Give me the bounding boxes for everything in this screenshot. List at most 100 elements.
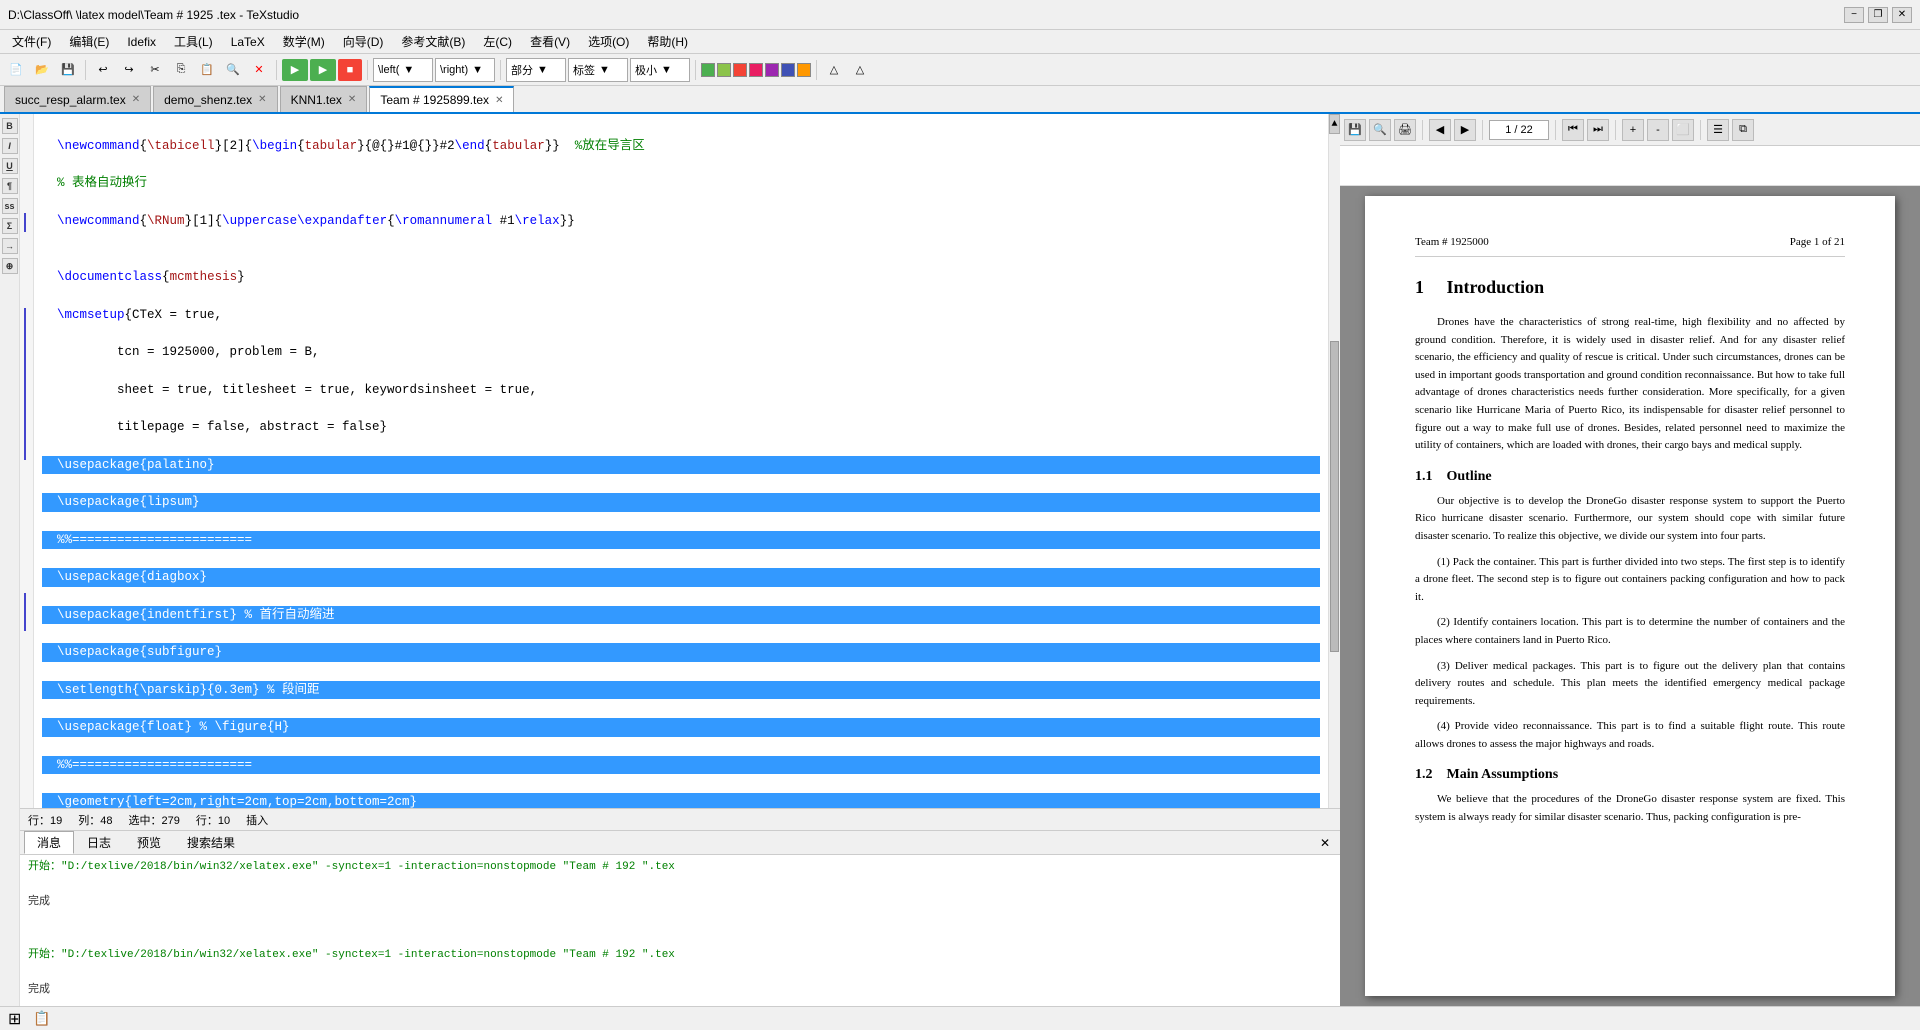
new-button[interactable]: 📄 (4, 58, 28, 82)
pdf-zoom-in[interactable]: + (1622, 119, 1644, 141)
menu-view[interactable]: 查看(V) (522, 31, 578, 52)
pdf-zoom-out[interactable]: - (1647, 119, 1669, 141)
menu-latex[interactable]: LaTeX (223, 33, 273, 51)
pdf-double[interactable]: ⧉ (1732, 119, 1754, 141)
taskbar-app[interactable]: 📋 (33, 1010, 50, 1027)
find-button[interactable]: 🔍 (221, 58, 245, 82)
stop-button[interactable]: ✕ (247, 58, 271, 82)
fold-1[interactable] (20, 118, 33, 137)
compile2-button[interactable]: ▶ (310, 59, 336, 81)
fold-13[interactable] (20, 517, 33, 536)
color-green2[interactable] (717, 63, 731, 77)
tab-demo[interactable]: demo_shenz.tex ✕ (153, 86, 277, 112)
fold-11[interactable] (20, 479, 33, 498)
msg-tab-search[interactable]: 搜索结果 (174, 831, 248, 854)
pdf-prev-page[interactable]: ◀ (1429, 119, 1451, 141)
fold-16[interactable] (20, 574, 33, 593)
color-blue[interactable] (781, 63, 795, 77)
pdf-search[interactable]: 🔍 (1369, 119, 1391, 141)
menu-left[interactable]: 左(C) (475, 31, 520, 52)
color-purple[interactable] (765, 63, 779, 77)
tab-team[interactable]: Team # 1925899.tex ✕ (369, 86, 514, 112)
sidebar-italic[interactable]: I (2, 138, 18, 154)
fold-5[interactable] (20, 194, 33, 213)
tri-down[interactable]: △ (848, 58, 872, 82)
fold-12[interactable] (20, 498, 33, 517)
tab-demo-close[interactable]: ✕ (258, 94, 266, 105)
menu-options[interactable]: 选项(O) (580, 31, 637, 52)
paste-button[interactable]: 📋 (195, 58, 219, 82)
color-red2[interactable] (749, 63, 763, 77)
fold-14[interactable] (20, 536, 33, 555)
restore-button[interactable]: ❐ (1868, 7, 1888, 23)
cut-button[interactable]: ✂ (143, 58, 167, 82)
fold-3[interactable] (20, 156, 33, 175)
pdf-next-page[interactable]: ▶ (1454, 119, 1476, 141)
sidebar-underline[interactable]: U (2, 158, 18, 174)
menu-help[interactable]: 帮助(H) (639, 31, 696, 52)
redo-button[interactable]: ↪ (117, 58, 141, 82)
menu-tools[interactable]: 工具(L) (166, 31, 221, 52)
fold-2[interactable] (20, 137, 33, 156)
minimize-button[interactable]: − (1844, 7, 1864, 23)
open-button[interactable]: 📂 (30, 58, 54, 82)
tab-succ[interactable]: succ_resp_alarm.tex ✕ (4, 86, 151, 112)
sidebar-ss[interactable]: ss (2, 198, 18, 214)
sidebar-para[interactable]: ¶ (2, 178, 18, 194)
menu-edit[interactable]: 编辑(E) (61, 31, 117, 52)
sidebar-plus[interactable]: ⊕ (2, 258, 18, 274)
color-orange[interactable] (797, 63, 811, 77)
menu-file[interactable]: 文件(F) (4, 31, 59, 52)
copy-button[interactable]: ⎘ (169, 58, 193, 82)
fold-15[interactable] (20, 555, 33, 574)
fold-4[interactable] (20, 175, 33, 194)
pdf-first-page[interactable]: ⏮ (1562, 119, 1584, 141)
message-close-button[interactable]: ✕ (1314, 836, 1336, 850)
fold-6[interactable] (20, 232, 33, 251)
left-dropdown[interactable]: \left( ▼ (373, 58, 433, 82)
fold-7[interactable] (20, 251, 33, 270)
tag-dropdown[interactable]: 标签 ▼ (568, 58, 628, 82)
tab-knn[interactable]: KNN1.tex ✕ (280, 86, 368, 112)
scroll-up[interactable]: ▲ (1329, 114, 1340, 134)
min-dropdown[interactable]: 极小 ▼ (630, 58, 690, 82)
code-lines[interactable]: \newcommand{\tabicell}[2]{\begin{tabular… (34, 114, 1328, 808)
color-green1[interactable] (701, 63, 715, 77)
pdf-single[interactable]: ☰ (1707, 119, 1729, 141)
save-button[interactable]: 💾 (56, 58, 80, 82)
undo-button[interactable]: ↩ (91, 58, 115, 82)
fold-10[interactable] (20, 460, 33, 479)
menu-refs[interactable]: 参考文献(B) (393, 31, 473, 52)
part-dropdown[interactable]: 部分 ▼ (506, 58, 566, 82)
fold-9[interactable] (20, 289, 33, 308)
color-red1[interactable] (733, 63, 747, 77)
pdf-page-input[interactable] (1489, 120, 1549, 140)
editor-scrollbar[interactable]: ▲ ▼ (1328, 114, 1340, 808)
sidebar-bold[interactable]: B (2, 118, 18, 134)
tab-knn-close[interactable]: ✕ (348, 94, 356, 105)
scroll-thumb[interactable] (1330, 341, 1339, 652)
pdf-print[interactable]: 🖨 (1394, 119, 1416, 141)
tri-up[interactable]: △ (822, 58, 846, 82)
code-editor[interactable]: \newcommand{\tabicell}[2]{\begin{tabular… (20, 114, 1340, 808)
close-button[interactable]: ✕ (1892, 7, 1912, 23)
pdf-last-page[interactable]: ⏭ (1587, 119, 1609, 141)
menu-wizard[interactable]: 向导(D) (335, 31, 392, 52)
msg-tab-preview[interactable]: 预览 (124, 831, 174, 854)
fold-8[interactable] (20, 270, 33, 289)
pdf-save[interactable]: 💾 (1344, 119, 1366, 141)
msg-tab-message[interactable]: 消息 (24, 831, 74, 854)
pdf-zoom-fit[interactable]: ⬜ (1672, 119, 1694, 141)
tab-team-close[interactable]: ✕ (495, 95, 503, 106)
windows-start[interactable]: ⊞ (8, 1009, 21, 1029)
pdf-content[interactable]: Team # 1925000 Page 1 of 21 1 Introducti… (1340, 186, 1920, 1006)
menu-idefix[interactable]: Idefix (119, 33, 164, 51)
menu-math[interactable]: 数学(M) (275, 31, 333, 52)
stop-compile-button[interactable]: ■ (338, 59, 362, 81)
compile-button[interactable]: ▶ (282, 59, 308, 81)
right-dropdown[interactable]: \right) ▼ (435, 58, 495, 82)
tab-succ-close[interactable]: ✕ (132, 94, 140, 105)
sidebar-arrow[interactable]: → (2, 238, 18, 254)
msg-tab-log[interactable]: 日志 (74, 831, 124, 854)
sidebar-sigma[interactable]: Σ (2, 218, 18, 234)
